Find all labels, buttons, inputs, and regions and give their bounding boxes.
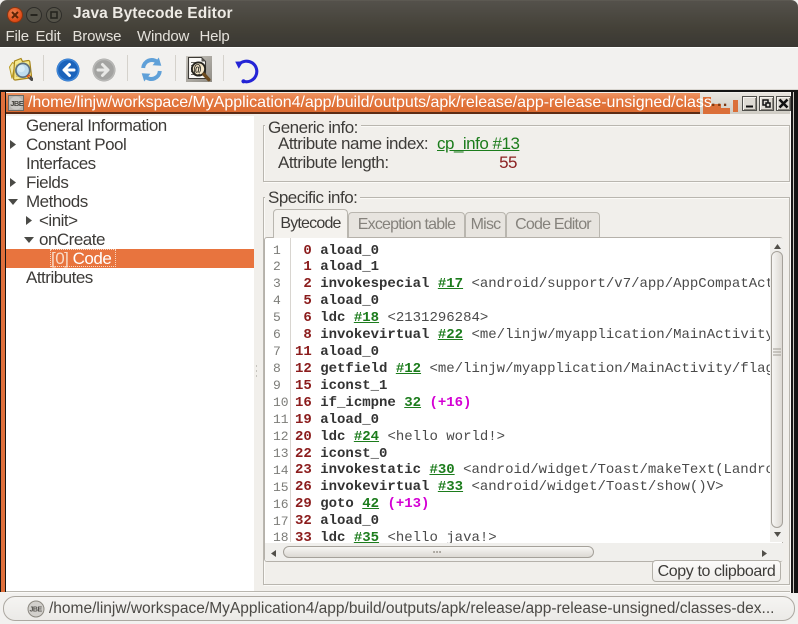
svg-text:JBE: JBE bbox=[10, 99, 24, 108]
svg-text:@: @ bbox=[194, 64, 202, 78]
svg-text:JBE: JBE bbox=[30, 607, 43, 614]
